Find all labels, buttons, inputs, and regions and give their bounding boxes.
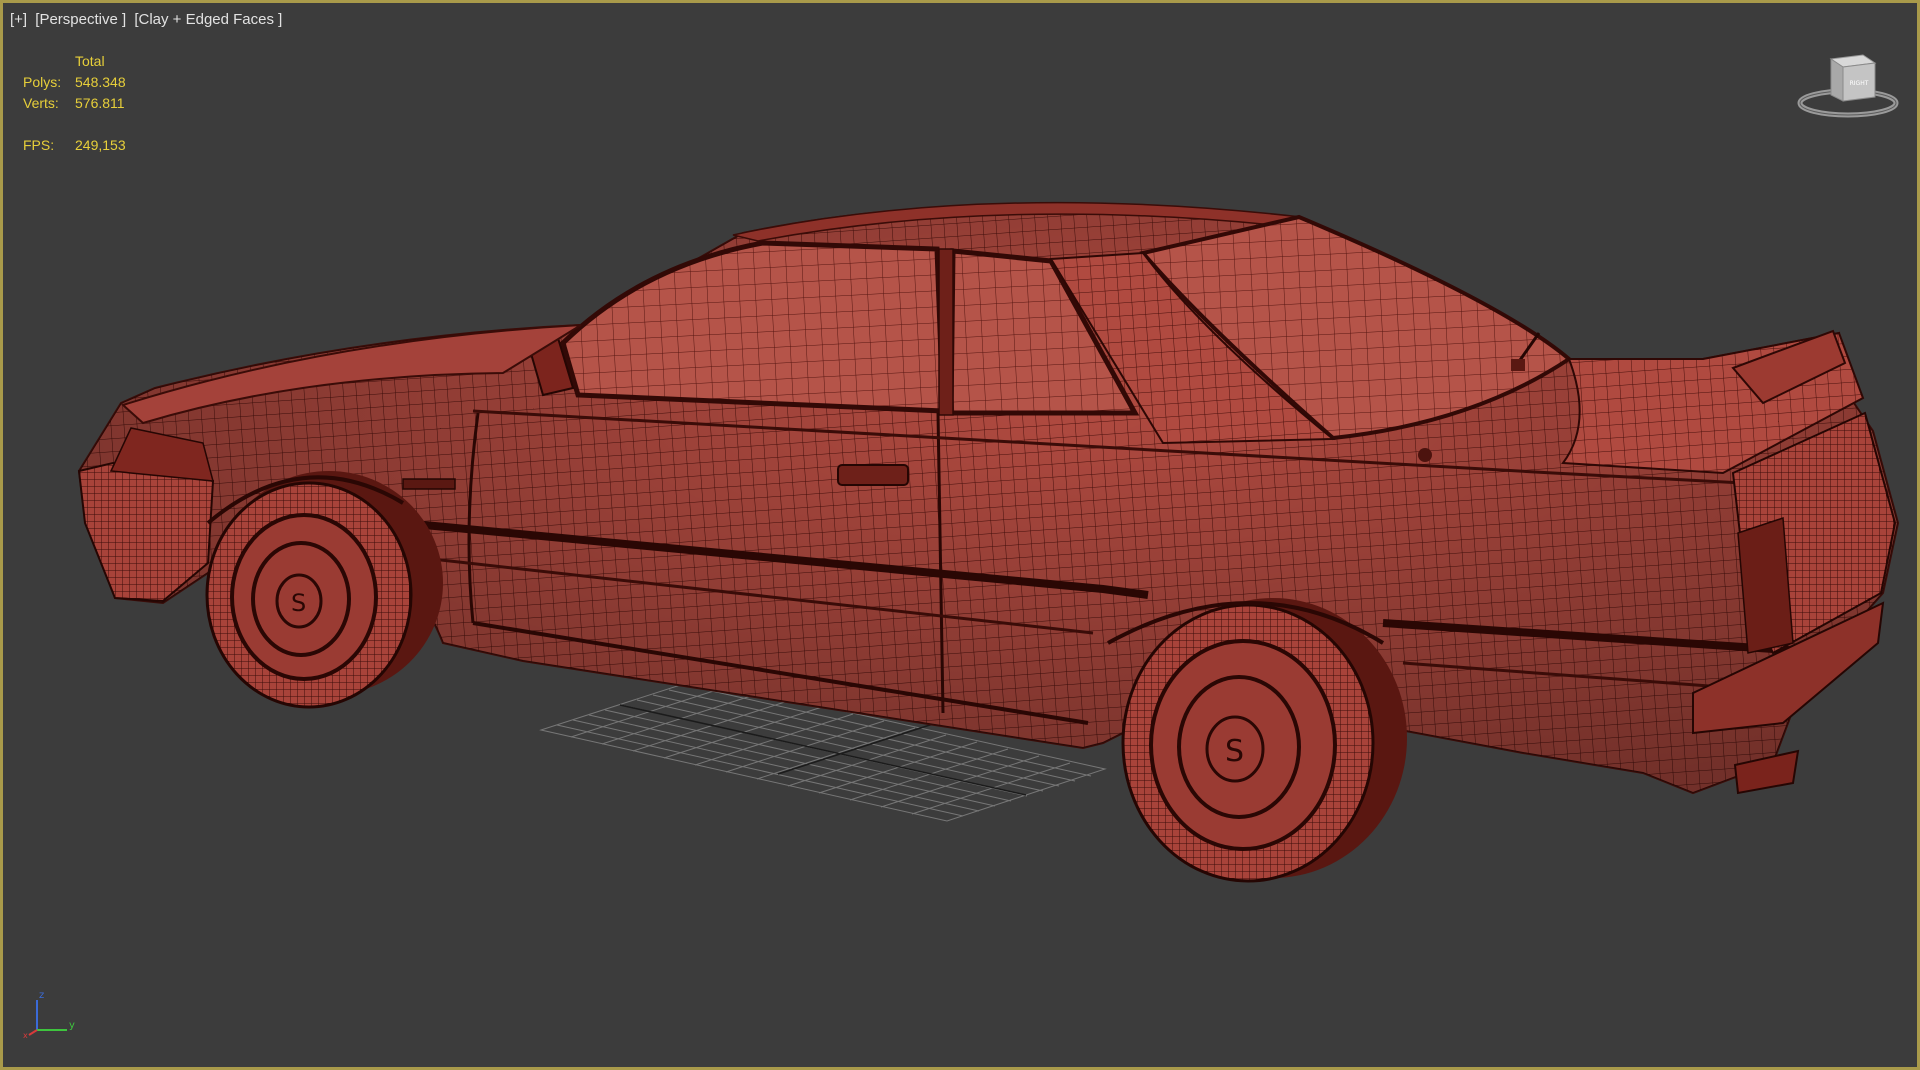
fps-label: FPS: [23, 137, 55, 153]
x-axis-line [28, 1029, 38, 1036]
x-axis-label: x [23, 1031, 28, 1038]
stats-polys-row: Polys: 548.348 [23, 72, 126, 93]
fps-value: 249,153 [75, 137, 126, 153]
viewcube-face-label: RIGHT [1850, 80, 1869, 87]
scene-canvas[interactable]: S S [3, 3, 1920, 1070]
verts-label: Verts: [23, 95, 59, 111]
rear-wheel: S [1121, 598, 1407, 883]
axis-tripod: z y x [23, 990, 75, 1038]
y-axis-label: y [69, 1020, 75, 1031]
viewcube-front-face[interactable] [1830, 58, 1844, 102]
door-handle [837, 464, 909, 486]
viewport-view-menu[interactable]: [Perspective ] [35, 11, 126, 28]
z-axis-label: z [39, 990, 44, 1001]
svg-text:S: S [1225, 734, 1244, 769]
svg-text:S: S [291, 589, 306, 617]
stats-fps-row: FPS: 249,153 [23, 135, 126, 156]
viewport-shading-menu[interactable]: [Clay + Edged Faces ] [134, 11, 282, 28]
scene-statistics: Total Polys: 548.348 Verts: 576.811 FPS:… [23, 51, 126, 156]
polys-label: Polys: [23, 74, 62, 90]
stats-header: Total [75, 53, 105, 69]
polys-value: 548.348 [75, 74, 126, 90]
viewport-label-menu: [+] [Perspective ] [Clay + Edged Faces ] [10, 11, 286, 28]
viewcube-widget[interactable]: RIGHT [1793, 49, 1903, 121]
viewport-plus-menu[interactable]: [+] [10, 11, 27, 28]
perspective-viewport[interactable]: S S [+] [Perspective ] [Clay + Edged Fac… [0, 0, 1920, 1070]
verts-value: 576.811 [75, 95, 125, 111]
stats-verts-row: Verts: 576.811 [23, 93, 126, 114]
front-side-window [560, 240, 946, 414]
